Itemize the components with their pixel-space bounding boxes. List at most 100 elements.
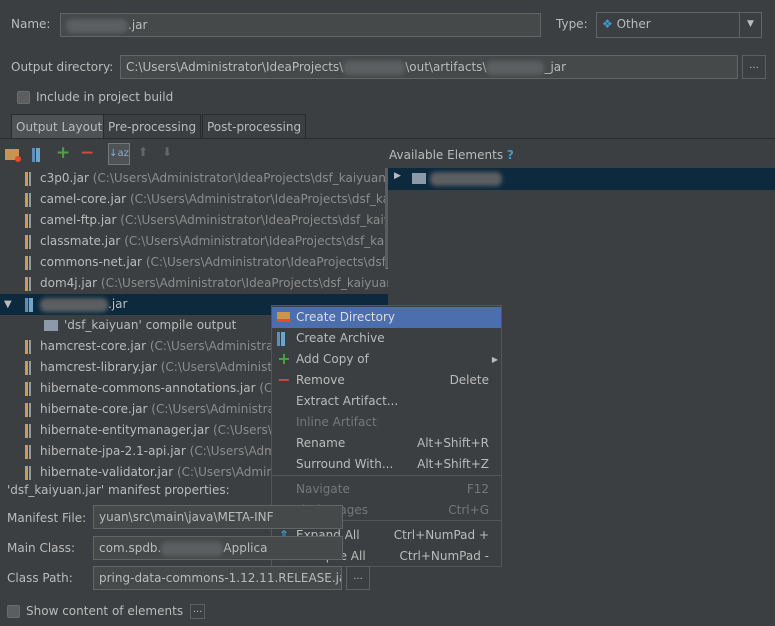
chevron-down-icon[interactable]: ▼ (739, 13, 761, 37)
menu-item-shortcut: Alt+Shift+Z (417, 457, 489, 471)
main-class-input[interactable]: com.spdb. Applica (93, 536, 343, 560)
tree-row[interactable]: camel-core.jar (C:\Users\Administrator\I… (0, 189, 388, 210)
minus-icon[interactable]: − (80, 143, 94, 163)
plus-icon[interactable]: + (56, 143, 70, 163)
show-content-checkbox[interactable]: Show content of elements (7, 604, 183, 618)
menu-item-label: Create Directory (296, 310, 395, 324)
menu-item-shortcut: Ctrl+NumPad - (399, 549, 490, 563)
menu-item-label: Remove (296, 373, 345, 387)
archive-icon (277, 331, 291, 346)
tree-row[interactable]: c3p0.jar (C:\Users\Administrator\IdeaPro… (0, 168, 388, 189)
tree-row-name: c3p0.jar (40, 171, 89, 185)
type-value: Other (616, 17, 651, 31)
menu-item-shortcut: F12 (466, 482, 489, 496)
move-down-icon[interactable]: ⬇ (162, 145, 172, 159)
tree-row-name: hamcrest-core.jar (40, 339, 147, 353)
jar-icon (25, 423, 33, 438)
folder-new-icon[interactable] (5, 146, 21, 162)
tab-output-layout[interactable]: Output Layout (11, 114, 108, 139)
menu-item-label: Add Copy of (296, 352, 369, 366)
menu-item-create-archive[interactable]: Create Archive (272, 328, 501, 349)
jar-icon (25, 213, 33, 228)
menu-item-extract-artifact[interactable]: Extract Artifact... (272, 391, 501, 412)
expand-arrow-icon[interactable]: ▶ (394, 171, 401, 181)
show-content-label: Show content of elements (26, 604, 184, 618)
archive-icon (25, 297, 33, 312)
tree-row-name: hamcrest-library.jar (40, 360, 157, 374)
menu-item-label: Surround With... (296, 457, 394, 471)
jar-icon (25, 171, 33, 186)
tree-row[interactable]: camel-ftp.jar (C:\Users\Administrator\Id… (0, 210, 388, 231)
main-class-prefix: com.spdb. (99, 541, 162, 555)
manifest-title: 'dsf_kaiyuan.jar' manifest properties: (7, 483, 230, 497)
tree-row-name: 'dsf_kaiyuan' compile output (64, 318, 237, 332)
sort-icon[interactable]: ↓az (108, 143, 130, 165)
help-icon[interactable]: ? (507, 148, 514, 162)
archive-icon[interactable] (32, 147, 40, 162)
output-dir-middle: \out\artifacts\ (405, 60, 487, 74)
output-dir-input[interactable]: C:\Users\Administrator\IdeaProjects\ \out… (120, 55, 738, 79)
jar-icon (25, 444, 33, 459)
output-dir-label: Output directory: (11, 60, 114, 74)
menu-item-surround-with[interactable]: Surround With... Alt+Shift+Z (272, 454, 501, 475)
class-path-input[interactable]: pring-data-commons-1.12.11.RELEASE.jar (93, 566, 342, 590)
scrollbar[interactable] (385, 168, 388, 268)
name-input[interactable]: .jar (60, 13, 541, 37)
tree-row-path: (C:\Users\Adm (189, 444, 276, 458)
menu-item-label: Rename (296, 436, 346, 450)
menu-item-label: Extract Artifact... (296, 394, 399, 408)
menu-item-create-directory[interactable]: Create Directory (272, 307, 501, 328)
tree-row-path: (C:\Users\Administrator\IdeaProjects\dsf… (124, 234, 388, 248)
tree-row[interactable]: dom4j.jar (C:\Users\Administrator\IdeaPr… (0, 273, 388, 294)
tree-row-name: hibernate-validator.jar (40, 465, 174, 479)
class-path-browse-button[interactable]: ... (346, 566, 370, 590)
output-dir-prefix: C:\Users\Administrator\IdeaProjects\ (126, 60, 344, 74)
tree-row-name: hibernate-jpa-2.1-api.jar (40, 444, 186, 458)
jar-icon (25, 360, 33, 375)
menu-separator (272, 475, 501, 476)
diamond-icon: ❖ (602, 17, 613, 31)
tree-row-name: dom4j.jar (40, 276, 98, 290)
manifest-file-input[interactable]: yuan\src\main\java\META-INF (93, 505, 343, 529)
collapse-arrow-icon[interactable]: ▼ (4, 294, 12, 315)
submenu-arrow-icon: ▶ (491, 355, 498, 364)
tab-post-processing[interactable]: Post-processing (202, 114, 307, 139)
available-tree-row[interactable]: ▶ (388, 168, 775, 190)
jar-icon (25, 339, 33, 354)
module-output-icon (44, 320, 58, 331)
menu-item-rename[interactable]: Rename Alt+Shift+R (272, 433, 501, 454)
jar-icon (25, 402, 33, 417)
jar-icon (25, 381, 33, 396)
tab-pre-processing[interactable]: Pre-processing (103, 114, 202, 139)
tree-row[interactable]: commons-net.jar (C:\Users\Administrator\… (0, 252, 388, 273)
type-select[interactable]: ❖ Other ▼ (596, 12, 762, 38)
menu-item-label: Navigate (296, 482, 350, 496)
menu-item-shortcut: Ctrl+G (448, 503, 489, 517)
name-label: Name: (11, 17, 51, 31)
menu-item-label: Inline Artifact (296, 415, 377, 429)
output-dir-suffix: _jar (544, 60, 567, 74)
tree-row-name: classmate.jar (40, 234, 121, 248)
main-class-label: Main Class: (7, 541, 76, 555)
browse-button[interactable]: ... (742, 55, 766, 79)
include-build-checkbox[interactable]: Include in project build (17, 90, 173, 104)
menu-item-remove[interactable]: − Remove Delete (272, 370, 501, 391)
menu-item-add-copy-of[interactable]: + Add Copy of ▶ (272, 349, 501, 370)
tree-row-path: (C:\Users\Administrator\IdeaProjects\dsf… (129, 192, 388, 206)
menu-item-shortcut: Ctrl+NumPad + (393, 528, 489, 542)
type-label: Type: (556, 17, 588, 31)
include-build-label: Include in project build (36, 90, 174, 104)
manifest-file-label: Manifest File: (7, 511, 87, 525)
available-elements-title: Available Elements ? (389, 148, 514, 162)
tree-row-path: (C:\Users\Administrator\IdeaProjects\dsf… (120, 213, 388, 227)
main-class-suffix: Applica (223, 541, 268, 555)
menu-item-navigate: Navigate F12 (272, 479, 501, 500)
move-up-icon[interactable]: ⬆ (138, 145, 148, 159)
show-content-options-button[interactable]: ... (190, 604, 205, 619)
tree-row-path: (C:\Users\A (212, 423, 280, 437)
tree-row[interactable]: classmate.jar (C:\Users\Administrator\Id… (0, 231, 388, 252)
tree-row-name: hibernate-entitymanager.jar (40, 423, 210, 437)
name-value: .jar (128, 18, 148, 32)
menu-item-inline-artifact: Inline Artifact (272, 412, 501, 433)
tree-row-name: commons-net.jar (40, 255, 142, 269)
